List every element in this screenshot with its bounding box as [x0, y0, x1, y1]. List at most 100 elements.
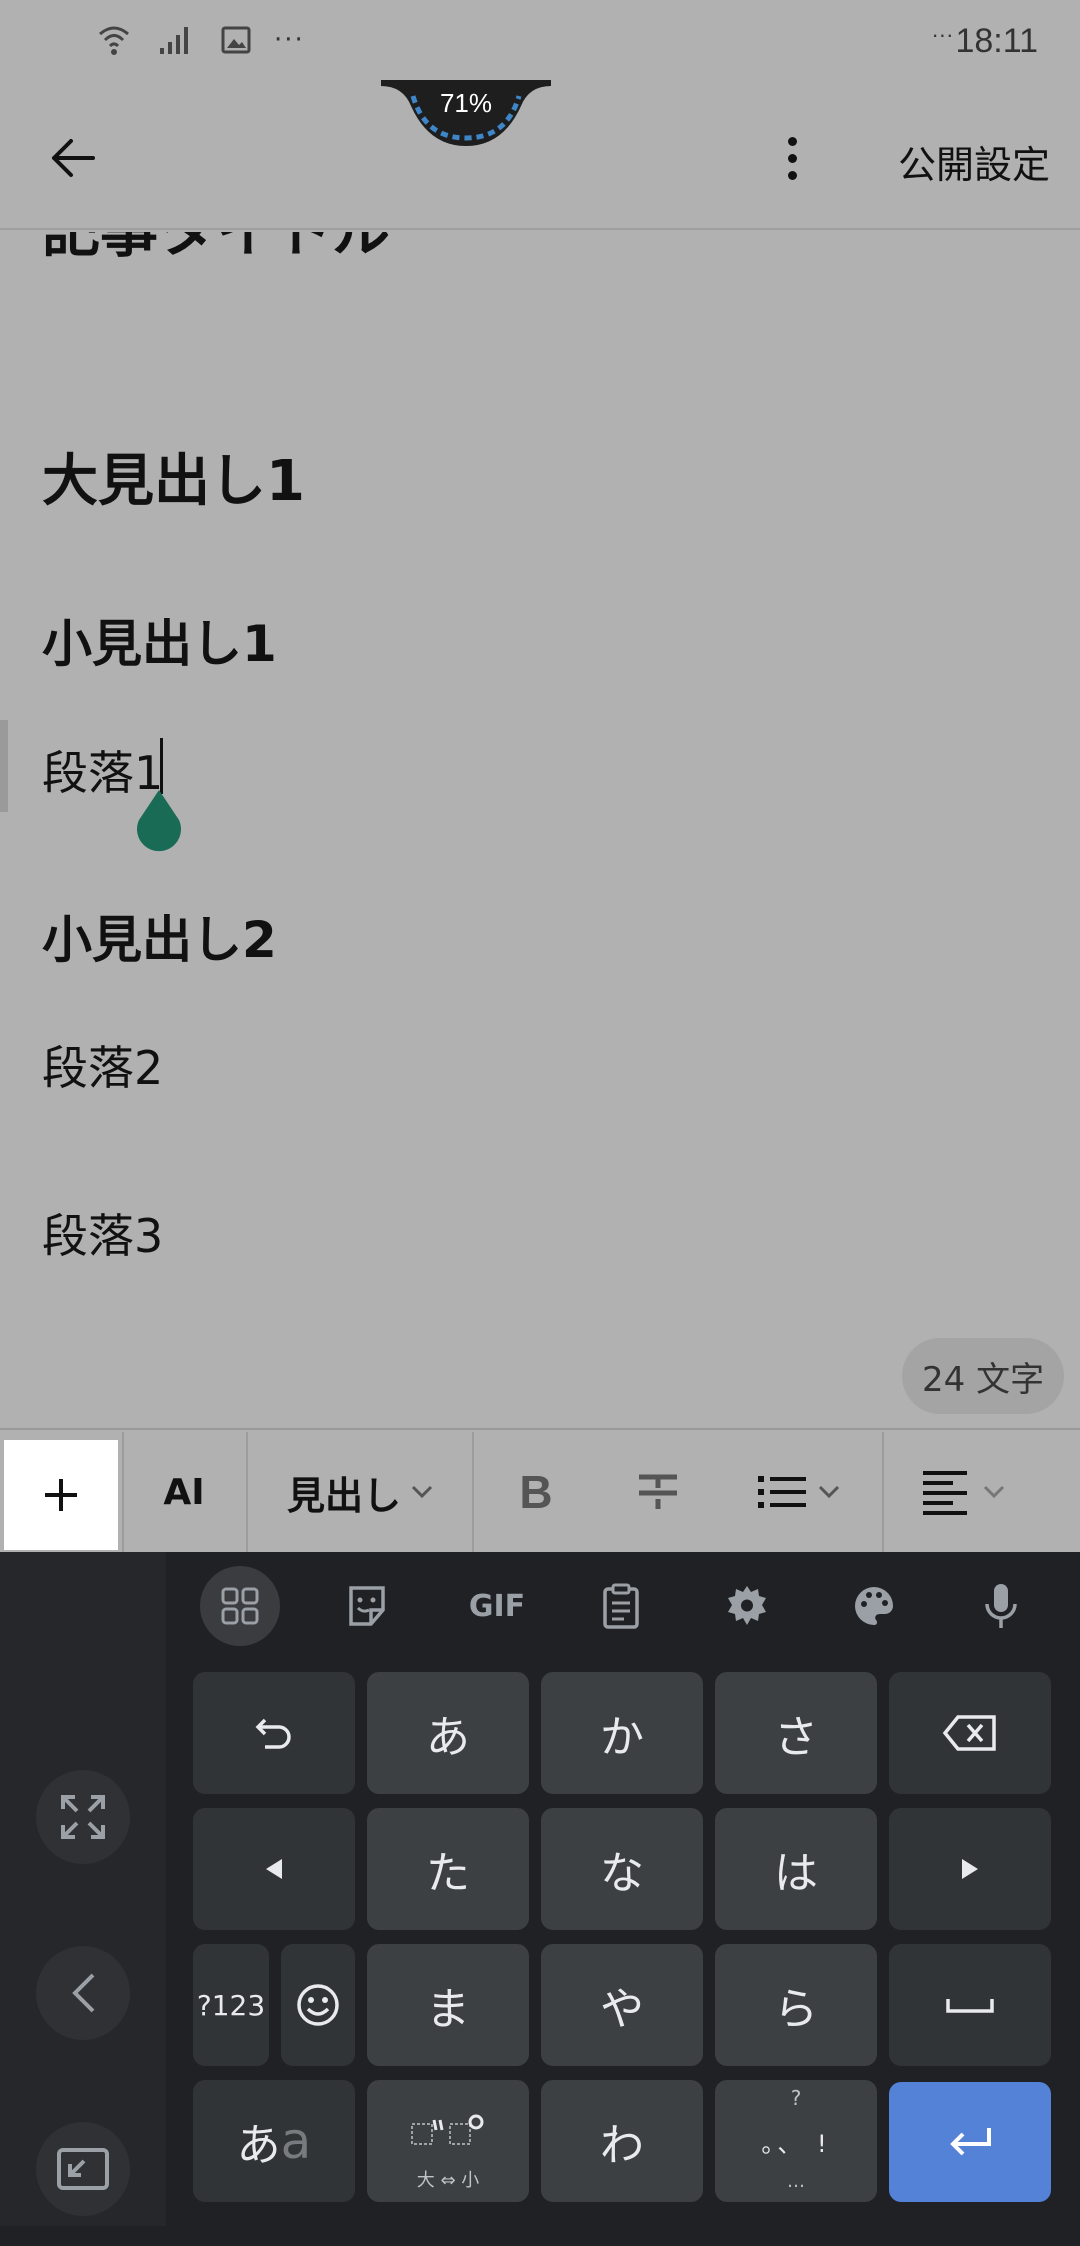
numbers-key[interactable]: ?123: [193, 1944, 269, 2066]
kana-label: あ: [236, 2120, 281, 2171]
apps-grid-button[interactable]: [200, 1566, 280, 1646]
kebab-dot: [787, 136, 797, 146]
punct-sup: ?: [790, 2086, 802, 2110]
punctuation-key[interactable]: ? 。、 ! …: [715, 2080, 877, 2202]
navigation-bar: [0, 2226, 1080, 2246]
list-dropdown[interactable]: [718, 1430, 880, 1554]
strikethrough-button[interactable]: [600, 1430, 716, 1554]
active-block-marker: [0, 720, 8, 812]
bullet-list-icon: [758, 1476, 806, 1508]
space-icon: [946, 1999, 994, 2013]
plus-icon: [45, 1479, 77, 1511]
status-icons: ···: [96, 22, 305, 58]
cursor-left-key[interactable]: [193, 1808, 355, 1930]
triangle-right-icon: [962, 1859, 978, 1879]
key-ha[interactable]: は: [715, 1808, 877, 1930]
paragraph-2[interactable]: 段落2: [42, 1032, 163, 1098]
chevron-down-icon: [411, 1485, 433, 1499]
align-dropdown[interactable]: [884, 1430, 1044, 1554]
key-sa[interactable]: さ: [715, 1672, 877, 1794]
strikethrough-icon: [639, 1474, 677, 1509]
cursor-right-key[interactable]: [889, 1808, 1051, 1930]
add-block-button[interactable]: [4, 1440, 118, 1550]
app-bar: 公開設定: [0, 86, 1080, 230]
microphone-icon: [985, 1584, 1017, 1628]
keyboard-back-button[interactable]: [36, 1946, 130, 2040]
bold-button[interactable]: B: [474, 1430, 598, 1554]
clock-prefix: ···: [931, 22, 954, 47]
palette-icon: [855, 1587, 893, 1625]
numbers-label: ?123: [196, 1988, 266, 2022]
gif-label: GIF: [468, 1588, 526, 1624]
picture-in-picture-icon: [57, 2148, 109, 2190]
signal-icon: [160, 27, 188, 54]
key-ya[interactable]: や: [541, 1944, 703, 2066]
chevron-down-icon: [818, 1485, 840, 1499]
key-na[interactable]: な: [541, 1808, 703, 1930]
heading-large-1[interactable]: 大見出し1: [42, 436, 305, 517]
ai-button[interactable]: AI: [124, 1430, 244, 1554]
arrow-left-icon: [52, 139, 95, 177]
smiley-icon: [297, 1984, 339, 2026]
heading-small-2[interactable]: 小見出し2: [42, 900, 277, 972]
gear-icon: [728, 1586, 766, 1625]
grid-icon: [221, 1587, 259, 1625]
heading-small-1[interactable]: 小見出し1: [42, 604, 277, 676]
expand-keyboard-button[interactable]: [36, 1770, 130, 1864]
dakuten-key[interactable]: 大 ⇔ 小: [367, 2080, 529, 2202]
emoji-key[interactable]: [281, 1944, 355, 2066]
triangle-left-icon: [266, 1859, 282, 1879]
alpha-label: a: [280, 2112, 312, 2170]
punct-sub: …: [787, 2171, 805, 2192]
image-icon: [221, 26, 251, 54]
article-title[interactable]: 記事タイトル: [42, 232, 390, 268]
voice-input-button[interactable]: [961, 1566, 1041, 1646]
keyboard-top-row: GIF: [166, 1552, 1080, 1656]
keyboard-side-panel: [0, 1552, 166, 2226]
text-cursor: [160, 738, 163, 794]
undo-icon: [255, 1718, 291, 1749]
space-key[interactable]: [889, 1944, 1051, 2066]
backspace-key[interactable]: [889, 1672, 1051, 1794]
battery-ring-icon: [386, 0, 546, 70]
cursor-handle-icon[interactable]: [133, 788, 185, 852]
clock-time: 18:11: [955, 22, 1038, 60]
kebab-dot: [787, 153, 797, 163]
back-button[interactable]: [40, 126, 104, 190]
sticker-icon: [349, 1586, 385, 1626]
enter-key[interactable]: [889, 2082, 1051, 2202]
dakuten-sublabel: 大 ⇔ 小: [416, 2170, 480, 2191]
wifi-icon: [99, 26, 129, 55]
key-a[interactable]: あ: [367, 1672, 529, 1794]
heading-dropdown[interactable]: 見出し: [248, 1430, 472, 1554]
floating-keyboard-button[interactable]: [36, 2122, 130, 2216]
backspace-icon: [942, 1715, 996, 1751]
more-options-button[interactable]: [770, 126, 814, 190]
key-ka[interactable]: か: [541, 1672, 703, 1794]
clock: ···18:11: [931, 22, 1038, 61]
settings-button[interactable]: [707, 1566, 787, 1646]
key-ra[interactable]: ら: [715, 1944, 877, 2066]
format-toolbar: AI 見出し B: [0, 1428, 1080, 1552]
clipboard-icon: [603, 1583, 639, 1629]
align-left-icon: [923, 1471, 967, 1515]
expand-icon: [61, 1795, 105, 1839]
sticker-button[interactable]: [327, 1566, 407, 1646]
dakuten-icon: [411, 2114, 484, 2145]
key-ma[interactable]: ま: [367, 1944, 529, 2066]
char-count-badge: 24 文字: [902, 1338, 1065, 1414]
bold-icon: B: [519, 1466, 553, 1518]
kana-switch-key[interactable]: あa: [193, 2080, 355, 2202]
clipboard-button[interactable]: [581, 1566, 661, 1646]
gif-button[interactable]: GIF: [454, 1566, 540, 1646]
theme-button[interactable]: [834, 1566, 914, 1646]
enter-arrow-icon: [950, 2128, 991, 2156]
key-ta[interactable]: た: [367, 1808, 529, 1930]
publish-settings-button[interactable]: 公開設定: [898, 134, 1050, 189]
status-overflow: ···: [274, 25, 305, 55]
paragraph-3[interactable]: 段落3: [42, 1200, 163, 1266]
kebab-dot: [787, 170, 797, 180]
undo-key[interactable]: [193, 1672, 355, 1794]
key-wa[interactable]: わ: [541, 2080, 703, 2202]
article-editor[interactable]: 記事タイトル 大見出し1 小見出し1 段落1 小見出し2 段落2 段落3 24 …: [0, 232, 1080, 1428]
